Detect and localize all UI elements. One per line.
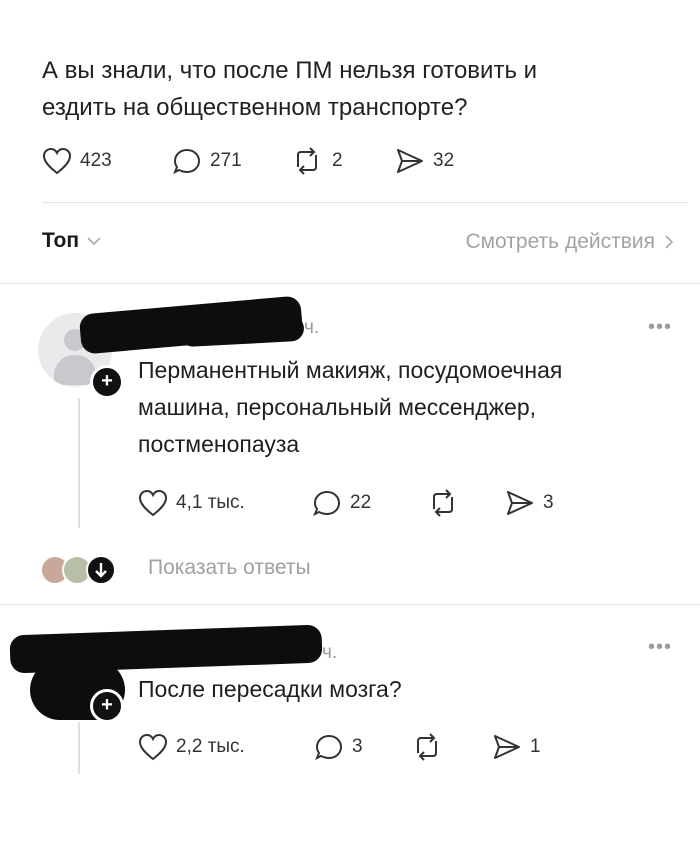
- divider: [0, 283, 700, 284]
- post-text-line-1: А вы знали, что после ПМ нельзя готовить…: [42, 57, 538, 84]
- post-share-count: 32: [433, 150, 455, 171]
- comment-reply-button[interactable]: 22: [312, 489, 371, 517]
- heart-icon: [42, 147, 72, 175]
- paper-plane-icon: [494, 735, 520, 759]
- view-activity-label: Смотреть действия: [465, 230, 655, 253]
- post-reply-count: 271: [210, 150, 242, 171]
- divider: [0, 604, 700, 605]
- speech-bubble-icon: [173, 148, 201, 175]
- follow-button[interactable]: +: [90, 365, 124, 399]
- comment-share-count: 3: [543, 492, 554, 513]
- comment-reply-count: 22: [350, 492, 372, 513]
- repost-icon: [297, 147, 317, 175]
- comment-text-line-3: постменопауза: [138, 431, 300, 457]
- follow-button[interactable]: +: [90, 689, 124, 723]
- heart-icon: [138, 733, 168, 761]
- post-repost-button[interactable]: 2: [290, 147, 343, 175]
- heart-icon: [138, 489, 168, 517]
- comment-like-count: 2,2 тыс.: [176, 736, 245, 757]
- comment-text-line-1: Перманентный макияж, посудомоечная: [138, 357, 563, 383]
- comment-like-button[interactable]: 4,1 тыс.: [138, 489, 245, 517]
- comment-text-line-1: После пересадки мозга?: [138, 676, 402, 702]
- sort-label: Топ: [42, 229, 80, 252]
- comment-text: После пересадки мозга?: [138, 671, 678, 708]
- chevron-right-icon: [665, 235, 674, 249]
- comment-text-line-2: машина, персональный мессенджер,: [138, 394, 537, 420]
- thread-line: [78, 398, 80, 528]
- thread-screen: А вы знали, что после ПМ нельзя готовить…: [0, 0, 700, 850]
- repost-icon: [417, 733, 437, 761]
- comment-share-count: 1: [530, 736, 541, 757]
- comment-time: ч.: [322, 642, 338, 663]
- sort-dropdown[interactable]: Топ: [42, 229, 101, 253]
- paper-plane-icon: [507, 491, 533, 515]
- comment-reply-count: 3: [352, 736, 363, 757]
- post-text-line-2: ездить на общественном транспорте?: [42, 94, 468, 121]
- speech-bubble-icon: [315, 734, 343, 761]
- view-activity-link[interactable]: Смотреть действия: [465, 230, 674, 254]
- more-dots-icon[interactable]: •••: [648, 316, 672, 339]
- speech-bubble-icon: [313, 490, 341, 517]
- comment-like-count: 4,1 тыс.: [176, 492, 245, 513]
- redacted-username: [179, 314, 305, 348]
- arrow-down-icon: [86, 555, 116, 585]
- thread-line: [78, 722, 80, 774]
- comment-repost-button[interactable]: [426, 489, 460, 517]
- chevron-down-icon: [87, 237, 101, 246]
- comment-repost-button[interactable]: [410, 733, 444, 761]
- comment-share-button[interactable]: 3: [505, 489, 554, 517]
- show-replies-link[interactable]: Показать ответы: [148, 556, 311, 580]
- comment-share-button[interactable]: 1: [492, 733, 541, 761]
- post-reply-button[interactable]: 271: [172, 147, 242, 175]
- divider: [42, 202, 688, 203]
- post-like-count: 423: [80, 150, 112, 171]
- post-like-button[interactable]: 423: [42, 147, 112, 175]
- post-repost-count: 2: [332, 150, 343, 171]
- comment-time: ч.: [304, 317, 320, 338]
- comment-like-button[interactable]: 2,2 тыс.: [138, 733, 245, 761]
- comment-text: Перманентный макияж, посудомоечная машин…: [138, 352, 678, 463]
- post-share-button[interactable]: 32: [395, 147, 454, 175]
- paper-plane-icon: [397, 149, 423, 173]
- post-text: А вы знали, что после ПМ нельзя готовить…: [42, 52, 662, 126]
- more-dots-icon[interactable]: •••: [648, 636, 672, 659]
- repost-icon: [433, 489, 453, 517]
- comment-reply-button[interactable]: 3: [314, 733, 363, 761]
